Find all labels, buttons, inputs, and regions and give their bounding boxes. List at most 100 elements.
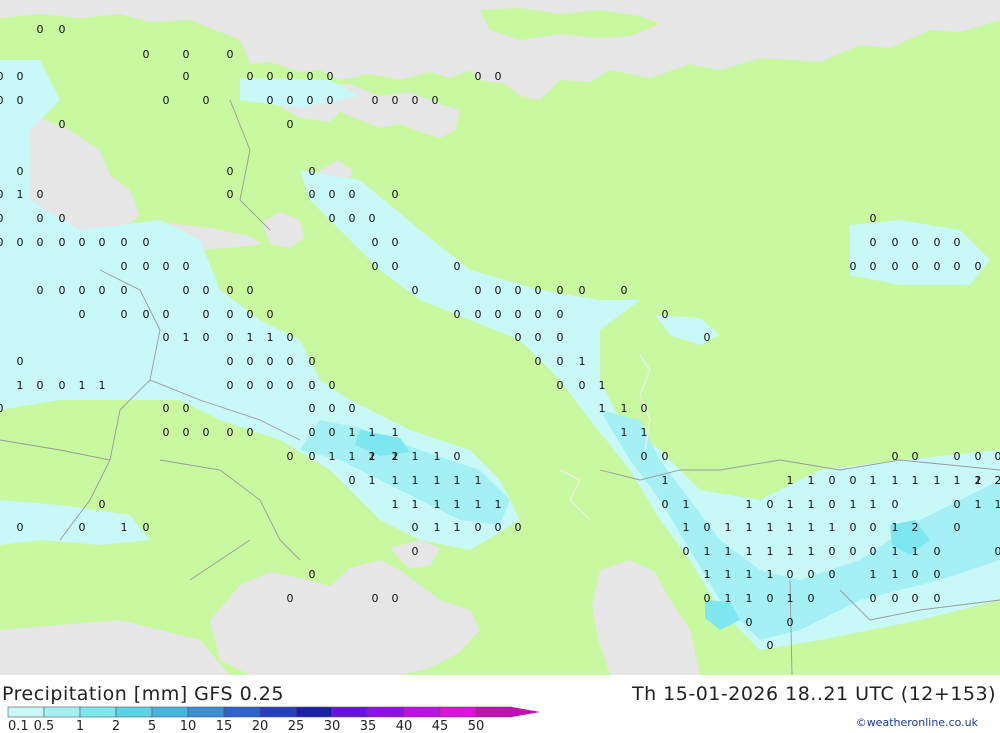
- precip-value-label: 0: [808, 568, 815, 581]
- precip-value-label: 0: [287, 94, 294, 107]
- precip-value-label: 0: [641, 402, 648, 415]
- precip-value-label: 0: [829, 545, 836, 558]
- precip-value-label: 1: [475, 498, 482, 511]
- precip-value-label: 1: [808, 545, 815, 558]
- precip-value-label: 0: [934, 568, 941, 581]
- precip-value-label: 0: [183, 70, 190, 83]
- precip-value-label: 0: [227, 426, 234, 439]
- precipitation-map[interactable]: 0000000000000000000000000000000000000000…: [0, 0, 1000, 675]
- precip-value-label: 1: [579, 355, 586, 368]
- precip-value-label: 0: [870, 260, 877, 273]
- precip-value-label: 0: [37, 23, 44, 36]
- precip-value-label: 0: [267, 70, 274, 83]
- precip-value-label: 0: [535, 284, 542, 297]
- precip-value-label: 0: [203, 284, 210, 297]
- precip-value-label: 1: [725, 568, 732, 581]
- precip-value-label: 1: [808, 521, 815, 534]
- precip-value-label: 1: [434, 450, 441, 463]
- precip-value-label: 0: [0, 94, 4, 107]
- map-title: Precipitation [mm] GFS 0.25: [2, 683, 284, 705]
- precip-value-label: 0: [203, 331, 210, 344]
- precip-value-label: 0: [912, 260, 919, 273]
- precip-value-label: 0: [662, 498, 669, 511]
- precip-value-label: 0: [121, 308, 128, 321]
- precip-value-label: 0: [934, 260, 941, 273]
- precip-value-label: 0: [412, 545, 419, 558]
- precip-value-label: 0: [475, 308, 482, 321]
- precip-value-label: 0: [787, 568, 794, 581]
- precip-value-label: 0: [37, 212, 44, 225]
- precip-value-label: 1: [870, 498, 877, 511]
- precip-value-label: 0: [432, 94, 439, 107]
- precip-value-label: 0: [17, 355, 24, 368]
- precip-value-label: 1: [183, 331, 190, 344]
- scale-cell: [295, 706, 333, 718]
- precip-value-label: 0: [183, 48, 190, 61]
- precip-value-label: 0: [954, 498, 961, 511]
- precip-value-label: 1: [349, 426, 356, 439]
- precip-value-label: 0: [557, 331, 564, 344]
- precip-value-label: 0: [329, 188, 336, 201]
- precip-value-label: 0: [349, 402, 356, 415]
- precip-value-label: 1: [870, 474, 877, 487]
- precip-value-label: 1: [121, 521, 128, 534]
- precip-value-label: 1: [995, 498, 1000, 511]
- precip-value-label: 0: [412, 94, 419, 107]
- precip-value-label: 0: [309, 379, 316, 392]
- precip-value-label: 1: [870, 568, 877, 581]
- precip-value-label: 0: [829, 474, 836, 487]
- precip-value-label: 2: [912, 521, 919, 534]
- precip-value-label: 1: [683, 498, 690, 511]
- precip-value-label: 1: [621, 426, 628, 439]
- precip-value-label: 2: [975, 474, 982, 487]
- precip-value-label: 0: [372, 94, 379, 107]
- precip-value-label: 0: [17, 94, 24, 107]
- precip-value-label: 0: [975, 450, 982, 463]
- precip-value-label: 0: [912, 568, 919, 581]
- precip-value-label: 0: [369, 212, 376, 225]
- precip-value-label: 0: [287, 450, 294, 463]
- precip-value-label: 0: [247, 284, 254, 297]
- precip-value-label: 0: [0, 212, 4, 225]
- precip-value-label: 0: [309, 355, 316, 368]
- precip-value-label: 1: [850, 498, 857, 511]
- precip-value-label: 0: [515, 521, 522, 534]
- precip-value-label: 0: [829, 568, 836, 581]
- precip-value-label: 0: [892, 260, 899, 273]
- scale-cell: [331, 706, 369, 718]
- precip-value-label: 1: [725, 545, 732, 558]
- precip-value-label: 0: [227, 188, 234, 201]
- scale-arrow: [512, 707, 540, 717]
- precip-value-label: 0: [850, 545, 857, 558]
- precip-value-label: 0: [392, 592, 399, 605]
- precip-value-label: 0: [557, 308, 564, 321]
- precip-value-label: 0: [143, 48, 150, 61]
- scale-cell: [439, 706, 477, 718]
- precip-value-label: 0: [892, 498, 899, 511]
- precip-value-label: 1: [599, 379, 606, 392]
- precip-value-label: 0: [183, 426, 190, 439]
- precip-value-label: 1: [641, 426, 648, 439]
- precip-value-label: 1: [912, 545, 919, 558]
- scale-label: 20: [252, 719, 269, 733]
- precip-value-label: 1: [621, 402, 628, 415]
- precip-value-label: 1: [892, 474, 899, 487]
- precip-value-label: 0: [143, 236, 150, 249]
- credit-link[interactable]: ©weatheronline.co.uk: [856, 716, 978, 729]
- precip-value-label: 0: [850, 474, 857, 487]
- precip-value-label: 1: [934, 474, 941, 487]
- precip-value-label: 0: [79, 521, 86, 534]
- precip-value-label: 0: [515, 331, 522, 344]
- precip-value-label: 0: [99, 498, 106, 511]
- precip-value-label: 2: [369, 450, 376, 463]
- precip-value-label: 0: [557, 355, 564, 368]
- scale-label: 50: [468, 719, 485, 733]
- precip-value-label: 0: [535, 355, 542, 368]
- precip-value-label: 0: [912, 450, 919, 463]
- precip-value-label: 0: [349, 212, 356, 225]
- precip-value-label: 1: [495, 498, 502, 511]
- precip-value-label: 0: [495, 521, 502, 534]
- precip-value-label: 1: [247, 331, 254, 344]
- precip-value-label: 1: [725, 521, 732, 534]
- precip-value-label: 0: [767, 592, 774, 605]
